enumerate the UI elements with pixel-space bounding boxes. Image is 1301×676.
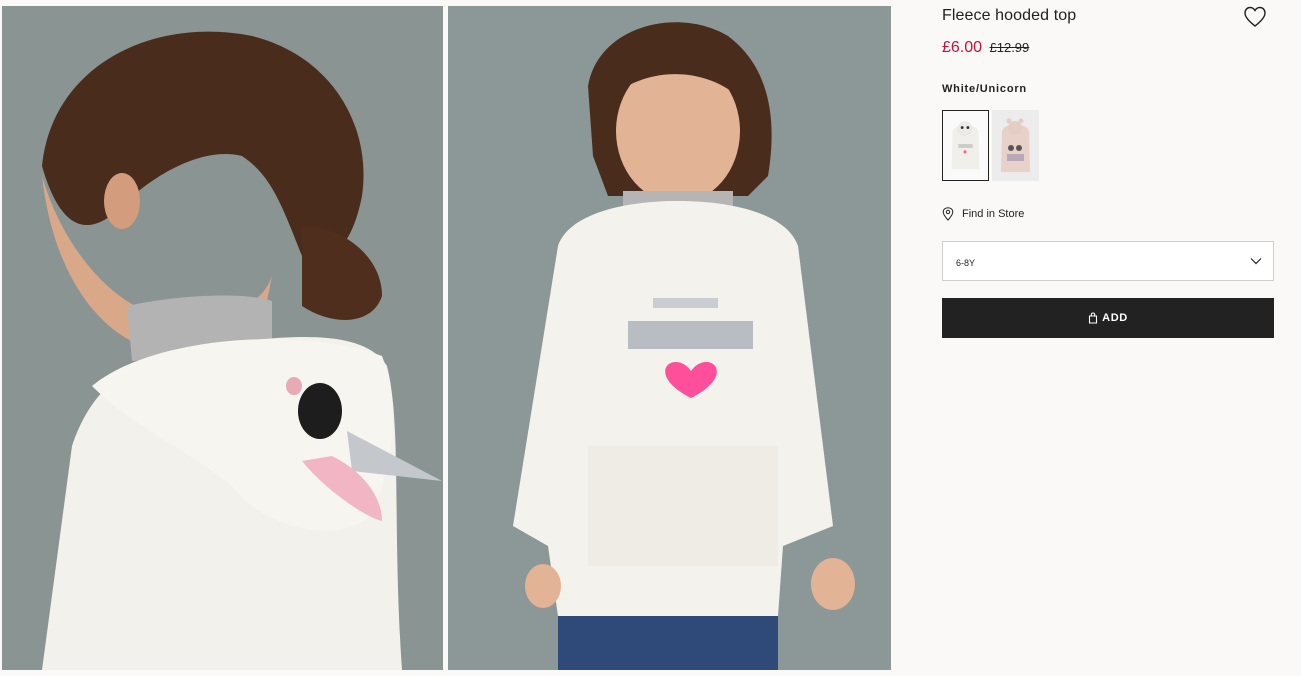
add-to-bag-button[interactable]: ADD bbox=[942, 298, 1274, 338]
product-photo-unicorn-hood bbox=[2, 6, 443, 670]
swatch-thumbnail-pink bbox=[992, 110, 1039, 181]
product-photo-front-view bbox=[448, 6, 891, 670]
favorite-button[interactable] bbox=[1243, 6, 1267, 28]
original-price: £12.99 bbox=[989, 40, 1030, 55]
shopping-bag-icon bbox=[1089, 312, 1098, 324]
swatch-white-unicorn[interactable] bbox=[942, 110, 989, 181]
selected-color-name: White/Unicorn bbox=[942, 83, 1027, 95]
product-image-back[interactable] bbox=[2, 6, 443, 670]
add-button-label: ADD bbox=[1102, 312, 1128, 324]
heart-outline-icon bbox=[1244, 6, 1266, 27]
sale-price: £6.00 bbox=[942, 39, 983, 56]
product-title: Fleece hooded top bbox=[942, 7, 1077, 24]
location-pin-icon bbox=[942, 207, 954, 221]
color-swatches bbox=[942, 110, 1039, 181]
swatch-thumbnail-white bbox=[943, 111, 988, 180]
size-selected-value: 6-8Y bbox=[956, 258, 976, 268]
price-row: £6.00 £12.99 bbox=[942, 39, 1029, 57]
swatch-pink[interactable] bbox=[992, 110, 1039, 181]
find-in-store-label: Find in Store bbox=[962, 208, 1025, 220]
size-dropdown[interactable]: 6-8Y bbox=[942, 241, 1274, 281]
find-in-store-link[interactable]: Find in Store bbox=[942, 207, 1024, 221]
product-image-front[interactable] bbox=[448, 6, 891, 670]
product-gallery bbox=[0, 0, 893, 676]
chevron-down-icon bbox=[1250, 258, 1262, 265]
